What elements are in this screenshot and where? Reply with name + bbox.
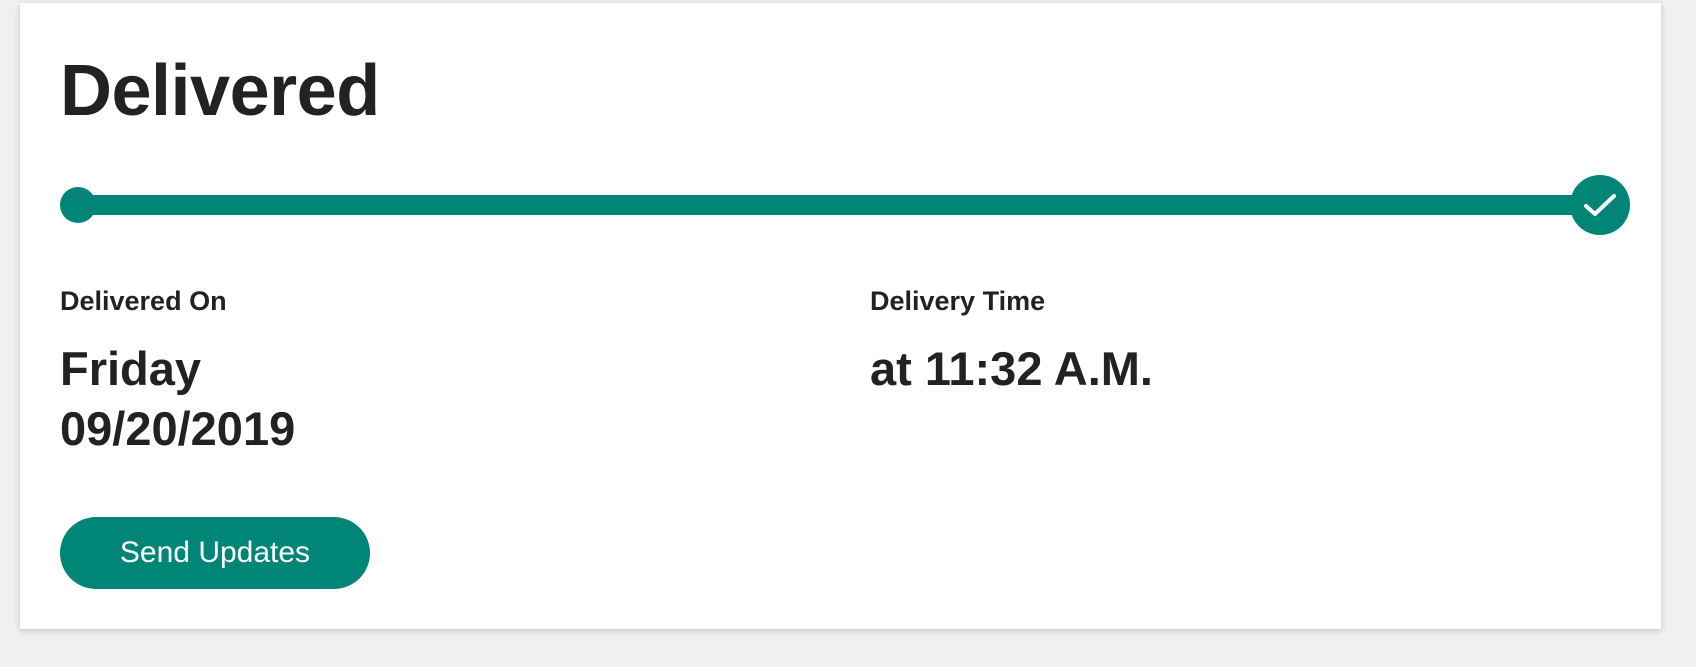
- progress-complete-node: [1570, 175, 1630, 235]
- progress-start-dot: [60, 187, 96, 223]
- delivery-time: at 11:32 A.M.: [870, 342, 1153, 395]
- send-updates-button[interactable]: Send Updates: [60, 517, 370, 589]
- delivery-progress-bar: [60, 171, 1630, 237]
- status-title: Delivered: [60, 51, 380, 131]
- checkmark-icon: [1584, 194, 1616, 216]
- delivered-date: 09/20/2019: [60, 402, 296, 455]
- delivered-on-label: Delivered On: [60, 286, 227, 316]
- delivery-status-card: Delivered Delivered On Friday 09/20/2019…: [20, 3, 1661, 629]
- progress-track: [78, 195, 1600, 215]
- delivered-day: Friday: [60, 342, 202, 395]
- delivery-time-label: Delivery Time: [870, 286, 1046, 316]
